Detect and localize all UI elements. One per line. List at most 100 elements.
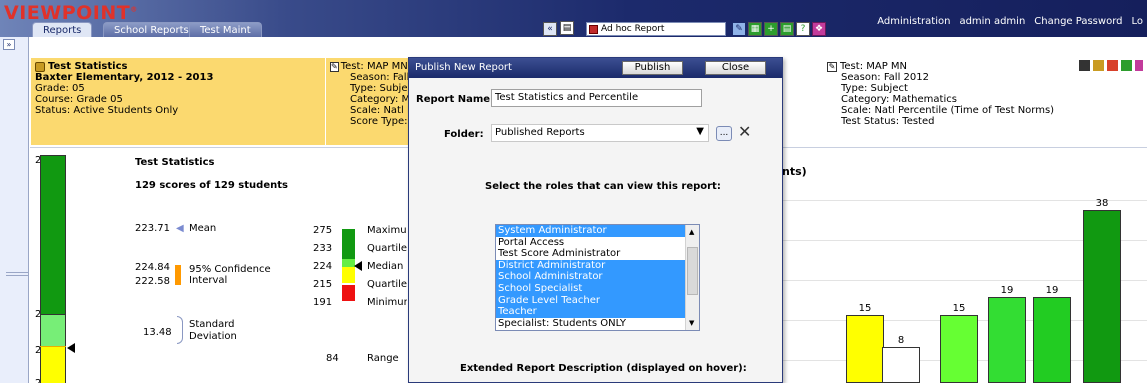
role-option[interactable]: Grade Level Teacher [496,294,699,307]
chevron-down-icon: ▼ [696,126,704,137]
ci-lower-value: 222.58 [135,276,170,287]
status-info: Status: Active Students Only [35,105,179,116]
sd-label-line1: Standard [189,319,235,330]
score-bar-q2 [40,347,66,383]
dialog-title: Publish New Report [415,62,512,73]
tab-reports[interactable]: Reports [32,22,93,37]
mean-arrow-icon: ◀ [176,223,184,234]
max-label: Maximum [367,225,407,236]
median-label: Median [367,261,404,272]
users-icon[interactable] [1093,60,1104,71]
close-button[interactable]: Close [705,61,766,75]
layout-icon[interactable]: ▤ [780,22,794,36]
save-report-icon[interactable]: ▤ [560,21,574,35]
role-option[interactable]: Portal Access [496,237,699,249]
grid-icon[interactable]: ▦ [748,22,762,36]
report-selector[interactable]: Ad hoc Report [586,22,726,36]
stats-count: 129 scores of 129 students [135,180,288,191]
expand-icon[interactable]: » [3,39,15,50]
min-value: 191 [313,297,333,308]
role-option[interactable]: School Administrator [496,271,699,283]
bar [882,346,920,383]
user-name-link[interactable]: admin admin [959,16,1025,27]
role-option[interactable]: District Administrator [496,259,699,272]
divider [6,275,28,276]
role-option[interactable]: Teacher [496,306,699,318]
chart-title: nts) [782,165,807,178]
save-icon[interactable] [1079,60,1090,71]
report-type-icon [589,25,598,34]
scroll-thumb[interactable] [687,247,698,295]
top-links: Administration admin admin Change Passwo… [877,16,1143,27]
tab-school-reports[interactable]: School Reports [103,22,200,37]
bar-value-label: 8 [897,334,905,346]
scroll-down-icon[interactable]: ▼ [689,319,694,327]
stats-heading: Test Statistics [135,157,215,168]
folder-label: Folder: [444,129,484,140]
help-icon[interactable] [1121,60,1132,71]
scale-info: Scale: Natl Percentile (Time of Test Nor… [841,105,1055,116]
panel-title: Test Statistics [48,61,128,72]
report-name-input[interactable]: Test Statistics and Percentile [491,89,702,107]
help-icon[interactable]: ? [796,22,810,36]
category-info: Category: Ma [350,94,410,105]
lock-icon [35,61,45,72]
sd-bracket [177,316,183,344]
export-icon[interactable] [1107,60,1118,71]
tab-test-maint[interactable]: Test Maint [189,22,262,37]
test-name: Test: MAP MN [840,61,908,72]
score-type-info: Score Type: R [350,116,410,127]
folder-select[interactable]: Published Reports ▼ [491,124,709,142]
median-marker-icon [67,343,75,353]
divider [6,272,28,273]
eraser-icon[interactable]: ❖ [812,22,826,36]
score-bar-top [40,155,66,315]
max-value: 275 [313,225,333,236]
q3-label: Quartile 3 [367,243,407,254]
category-info: Category: Mathematics [841,94,957,105]
test-status-info: Test Status: Tested [841,116,935,127]
back-icon[interactable]: « [543,22,557,36]
roles-listbox[interactable]: System Administrator Portal Access Test Sc… [495,224,700,331]
median-line [40,346,66,347]
bar-value-label: 15 [952,302,966,314]
course-info: Course: Grade 05 [35,94,123,105]
test-info-panel: ✎ Test: MAP MN Season: Fall 2 Type: Subj… [326,58,410,145]
scrollbar[interactable]: ▲ ▼ [685,225,699,330]
bar-value-label: 38 [1095,198,1109,209]
box-upper [342,229,355,259]
browse-folder-button[interactable]: ... [716,126,732,141]
publish-report-dialog: Publish New Report Publish Close Report … [408,57,783,383]
eraser-icon[interactable] [1135,60,1143,71]
role-option[interactable]: System Administrator [496,225,699,237]
change-password-link[interactable]: Change Password [1034,16,1122,27]
bar [940,314,978,383]
min-label: Minimum [367,297,407,308]
bar [988,296,1026,383]
median-value: 224 [313,261,333,272]
bar [1083,210,1121,383]
publish-button[interactable]: Publish [622,61,683,75]
q1-label: Quartile 1 [367,279,407,290]
q3-value: 233 [313,243,333,254]
administration-link[interactable]: Administration [877,16,950,27]
clear-folder-icon[interactable]: ✕ [738,122,751,141]
scroll-up-icon[interactable]: ▲ [689,228,694,236]
role-option[interactable]: School Specialist [496,282,699,295]
edit-icon[interactable]: ✎ [330,61,339,72]
logout-link[interactable]: Lo [1131,16,1143,27]
roles-prompt: Select the roles that can view this repo… [485,181,721,192]
test-name: Test: MAP MN [340,61,408,72]
report-info-panel: Test Statistics Baxter Elementary, 2012 … [31,58,325,145]
edit-icon[interactable]: ✎ [827,61,837,72]
report-name-label: Report Name: [416,94,495,105]
test-info-panel-right: ✎ Test: MAP MN Season: Fall 2012 Type: S… [823,58,1147,145]
ci-bar [175,265,181,285]
edit-report-icon[interactable]: ✎ [732,22,746,36]
top-bar: VIEWPOINT® Administration admin admin Ch… [0,0,1147,37]
add-icon[interactable]: + [764,22,778,36]
extended-description-label: Extended Report Description (displayed o… [460,363,747,374]
role-option[interactable]: Specialist: Students ONLY [496,318,699,330]
ci-label-line1: 95% Confidence [189,264,271,275]
role-option[interactable]: Test Score Administrator [496,248,699,260]
